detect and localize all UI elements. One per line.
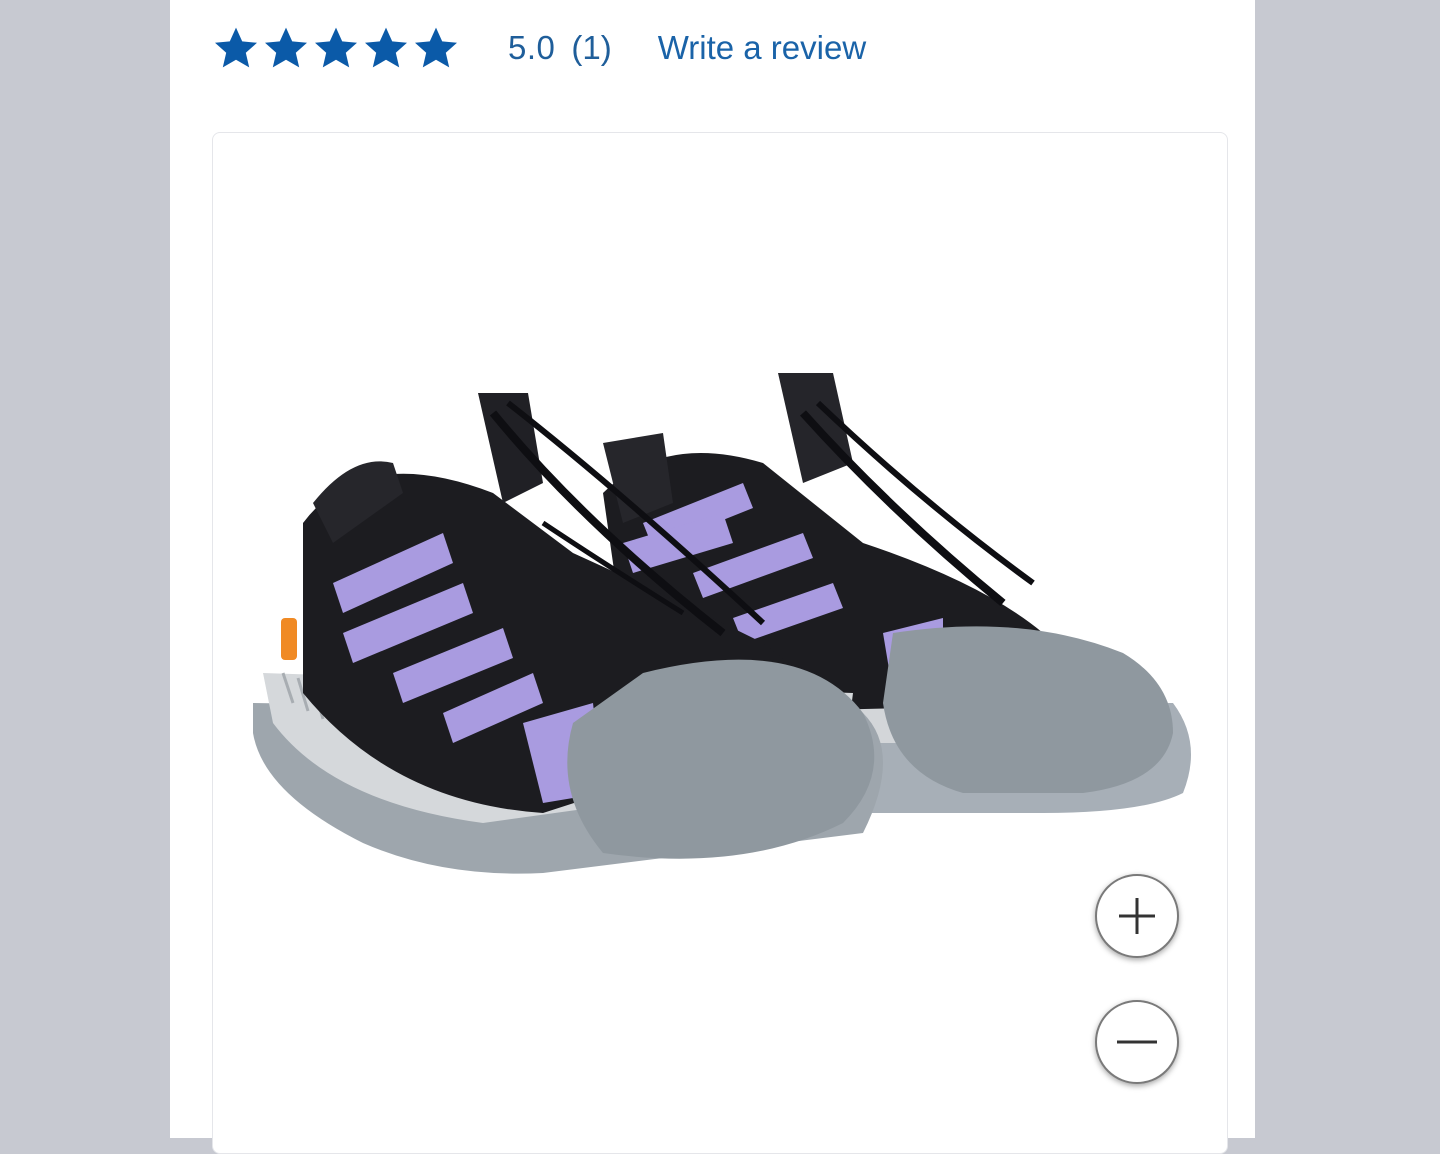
star-icon — [415, 27, 457, 68]
rating-row: 5.0 (1) Write a review — [212, 18, 866, 78]
minus-icon — [1117, 1040, 1157, 1044]
star-icon — [265, 27, 307, 68]
write-review-link[interactable]: Write a review — [658, 29, 866, 67]
star-icon — [365, 27, 407, 68]
review-count[interactable]: (1) — [571, 29, 611, 67]
star-icon — [215, 27, 257, 68]
zoom-out-button[interactable] — [1095, 1000, 1179, 1084]
zoom-in-button[interactable] — [1095, 874, 1179, 958]
product-image-viewer — [212, 132, 1228, 1154]
product-image[interactable] — [243, 373, 1203, 933]
rating-score: 5.0 — [508, 29, 556, 66]
product-page: 5.0 (1) Write a review — [170, 0, 1255, 1154]
star-icon — [315, 27, 357, 68]
plus-icon — [1119, 898, 1155, 934]
star-rating[interactable] — [212, 24, 460, 72]
